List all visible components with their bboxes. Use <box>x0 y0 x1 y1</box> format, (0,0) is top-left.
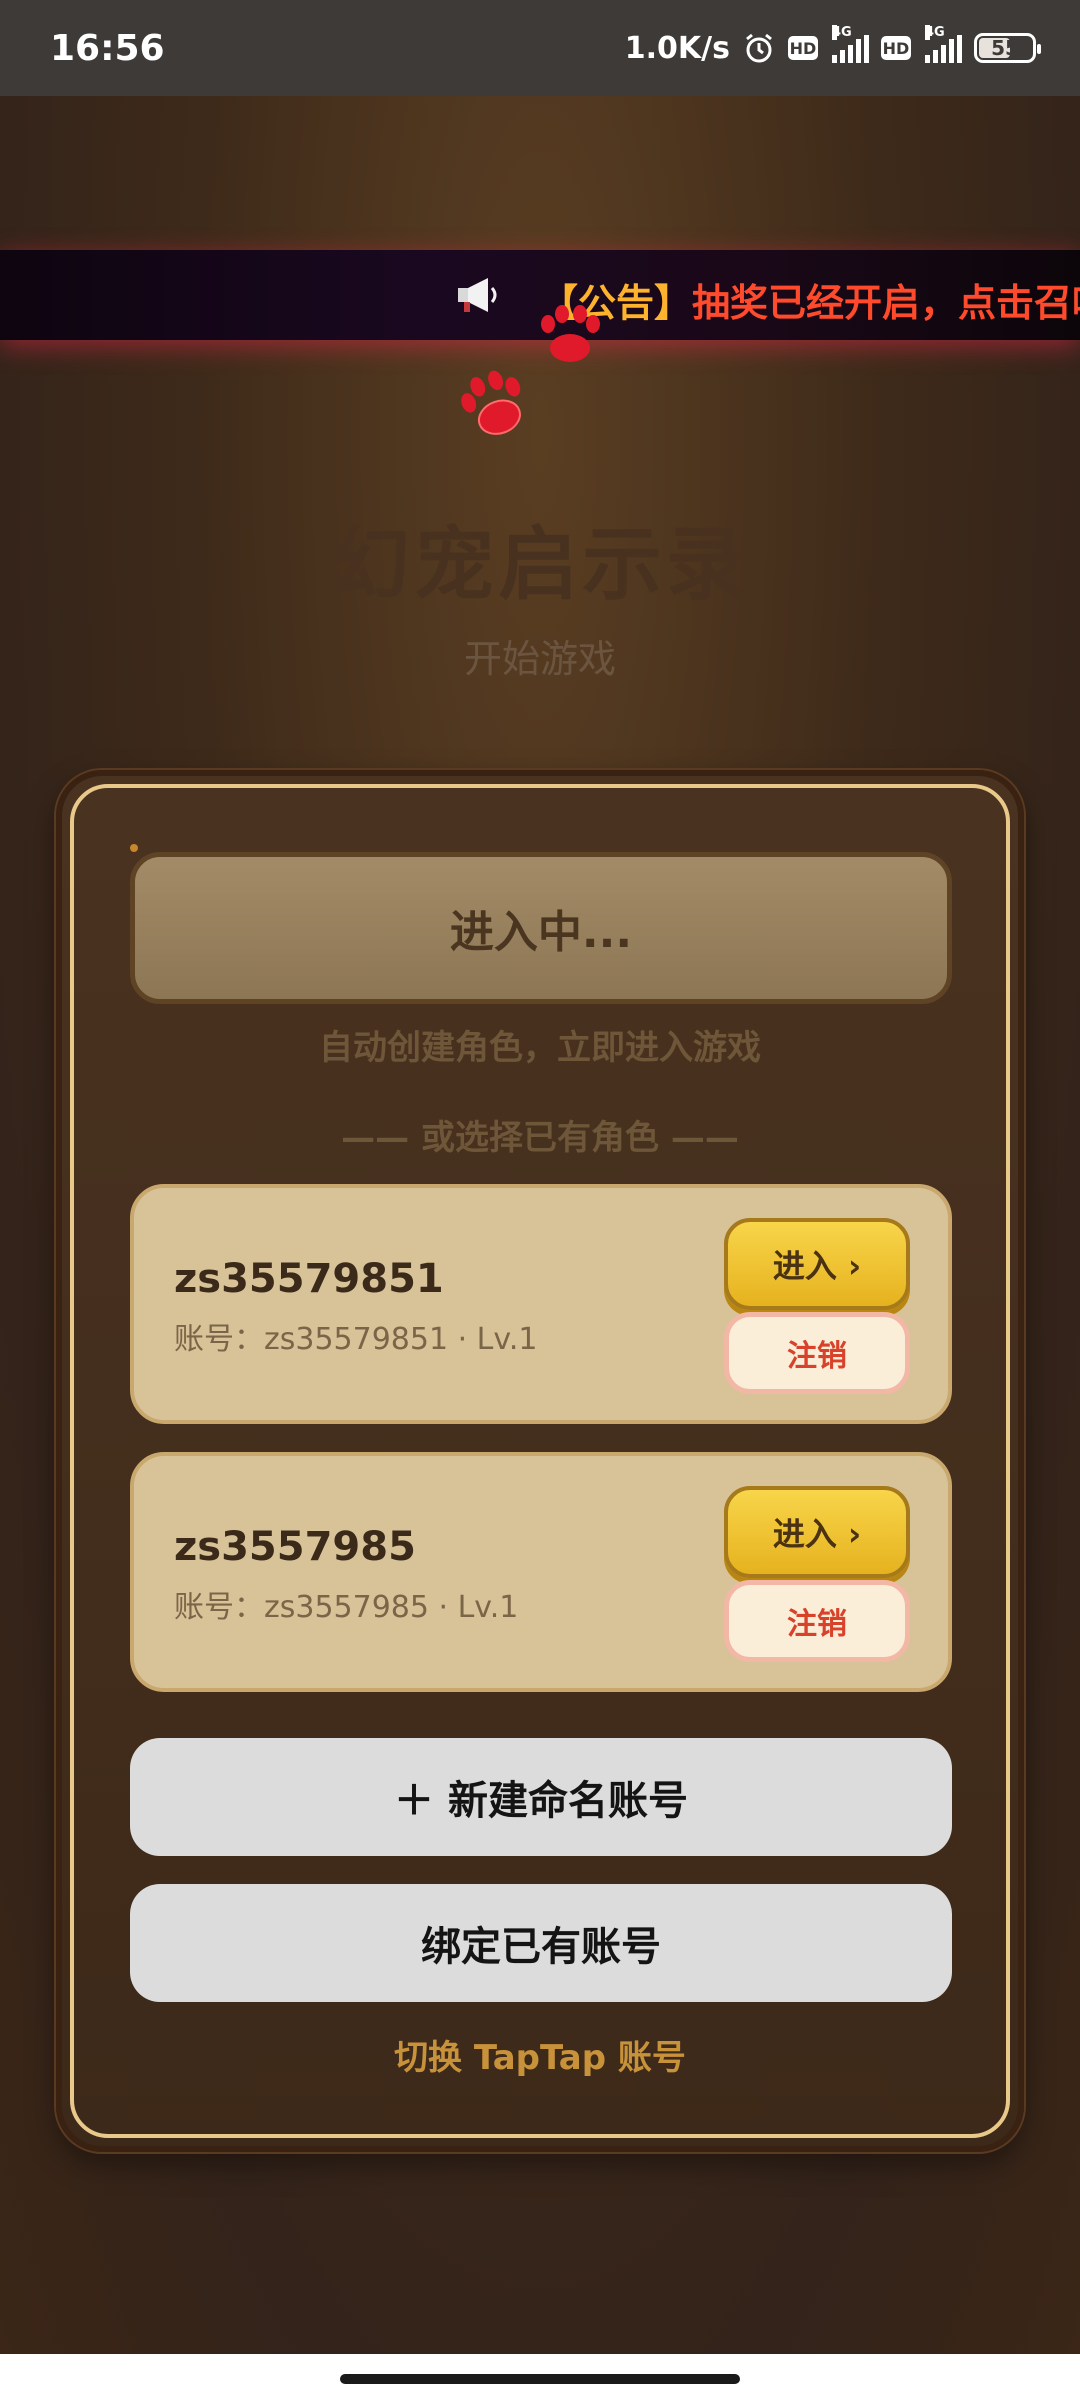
hd-icon-2: HD <box>881 36 911 60</box>
bind-account-button[interactable]: 绑定已有账号 <box>130 1884 952 2002</box>
paw-icon <box>541 305 600 362</box>
role-card: zs35579851 账号：zs35579851 · Lv.1 进入 › 注销 <box>130 1184 952 1424</box>
alarm-icon <box>742 31 776 65</box>
role-name: zs3557985 <box>174 1524 416 1570</box>
signal-icon-2: 4G <box>923 25 962 63</box>
role-divider: —— 或选择已有角色 —— <box>341 1118 739 1158</box>
entering-button[interactable]: 进入中... <box>130 852 952 1004</box>
enter-role-button[interactable]: 进入 › <box>724 1218 910 1310</box>
game-title: 幻宠启示录 <box>330 518 750 611</box>
new-account-button[interactable]: ＋ 新建命名账号 <box>130 1738 952 1856</box>
battery-level: 55 <box>991 36 1019 60</box>
status-bar: 16:56 1.0K/s HD 4G HD 4G 55 <box>0 0 1080 96</box>
switch-taptap-link[interactable]: 切换 TapTap 账号 <box>0 2030 1080 2079</box>
auto-create-hint: 自动创建角色，立即进入游戏 <box>319 1028 761 1068</box>
net-speed: 1.0K/s <box>624 30 730 66</box>
decor-dot <box>130 844 138 852</box>
home-gesture-handle[interactable] <box>340 2374 740 2384</box>
nav-bar <box>0 2354 1080 2400</box>
signal-icon: 4G <box>830 25 869 63</box>
hd-icon: HD <box>788 36 818 60</box>
delete-role-button[interactable]: 注销 <box>724 1580 910 1662</box>
delete-role-button[interactable]: 注销 <box>724 1312 910 1394</box>
role-name: zs35579851 <box>174 1256 444 1302</box>
game-subtitle: 开始游戏 <box>463 637 616 681</box>
battery-icon: 55 <box>974 33 1041 63</box>
role-card: zs3557985 账号：zs3557985 · Lv.1 进入 › 注销 <box>130 1452 952 1692</box>
status-icons: 1.0K/s HD 4G HD 4G 55 <box>624 25 1041 66</box>
enter-role-button[interactable]: 进入 › <box>724 1486 910 1578</box>
status-time: 16:56 <box>50 27 165 69</box>
megaphone-icon <box>452 270 502 320</box>
announcement-message: 抽奖已经开启，点击召唤 <box>692 281 1080 325</box>
role-meta: 账号：zs3557985 · Lv.1 <box>174 1590 519 1625</box>
paw-icon-2 <box>461 370 521 435</box>
announcement-text: 【公告】抽奖已经开启，点击召唤 <box>540 272 1080 327</box>
role-meta: 账号：zs35579851 · Lv.1 <box>174 1322 538 1357</box>
